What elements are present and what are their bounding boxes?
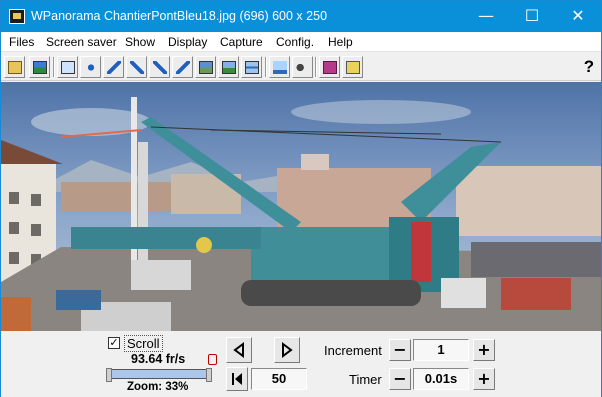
help-button[interactable]: ? [579, 57, 599, 77]
menu-help[interactable]: Help [328, 35, 353, 49]
go-to-start-button[interactable] [226, 367, 248, 391]
flat-view-button[interactable] [241, 56, 262, 78]
scroll-left-icon [106, 60, 121, 74]
help-book-icon [345, 60, 360, 74]
help-book-button[interactable] [342, 56, 363, 78]
picture-icon [32, 60, 47, 74]
toolbar: ? [1, 53, 601, 81]
skip-start-icon [232, 373, 242, 385]
landscape-icon [221, 60, 236, 74]
picture-button[interactable] [29, 56, 50, 78]
minimize-button[interactable]: — [463, 1, 509, 32]
timer-label: Timer [349, 372, 382, 387]
scroll-up-right-icon [129, 60, 144, 74]
sound-level-icon [272, 60, 287, 74]
position-value[interactable]: 50 [251, 368, 307, 390]
move-arrows-icon [83, 60, 98, 74]
landscape-button[interactable] [218, 56, 239, 78]
speaker-icon [295, 60, 310, 74]
panorama-image[interactable] [1, 82, 601, 331]
menu-bar: Files Screen saver Show Display Capture … [1, 32, 601, 52]
scroll-left-button[interactable] [103, 56, 124, 78]
panorama-scene [1, 82, 601, 331]
book-icon [322, 60, 337, 74]
book-button[interactable] [319, 56, 340, 78]
scroll-right-icon [175, 60, 190, 74]
toolbar-separator [315, 57, 317, 77]
scroll-up-right-button[interactable] [126, 56, 147, 78]
select-region-icon [60, 60, 75, 74]
menu-files[interactable]: Files [9, 35, 34, 49]
panorama-view-icon [198, 60, 213, 74]
right-triangle-icon [282, 342, 293, 358]
scroll-label[interactable]: Scroll [124, 335, 163, 352]
timer-minus-button[interactable]: − [389, 368, 411, 390]
toolbar-separator [53, 57, 55, 77]
increment-plus-button[interactable]: + [473, 339, 495, 361]
scroll-left-button[interactable] [226, 337, 252, 363]
flat-view-icon [244, 60, 259, 74]
timer-plus-button[interactable]: + [473, 368, 495, 390]
open-file-icon [7, 60, 22, 74]
scroll-down-left-icon [152, 60, 167, 74]
timer-value[interactable]: 0.01s [413, 368, 469, 390]
title-bar[interactable]: WPanorama ChantierPontBleu18.jpg (696) 6… [1, 1, 601, 32]
app-window: WPanorama ChantierPontBleu18.jpg (696) 6… [0, 0, 602, 397]
increment-label: Increment [324, 343, 382, 358]
select-region-button[interactable] [57, 56, 78, 78]
zoom-label: Zoom: 33% [127, 381, 189, 393]
speaker-button[interactable] [292, 56, 313, 78]
control-panel: ✓ Scroll 93.64 fr/s Zoom: 33% 50 Increme… [1, 331, 601, 397]
increment-minus-button[interactable]: − [389, 339, 411, 361]
scroll-down-left-button[interactable] [149, 56, 170, 78]
zoom-slider[interactable] [106, 368, 212, 382]
menu-show[interactable]: Show [125, 35, 155, 49]
move-button[interactable] [80, 56, 101, 78]
scroll-checkbox[interactable]: ✓ [108, 337, 120, 349]
window-title: WPanorama ChantierPontBleu18.jpg (696) 6… [31, 9, 328, 23]
app-icon[interactable] [9, 9, 25, 24]
fps-readout: 93.64 fr/s [131, 352, 186, 366]
open-file-button[interactable] [4, 56, 25, 78]
left-triangle-icon [233, 342, 244, 358]
sound-level-button[interactable] [269, 56, 290, 78]
maximize-button[interactable]: ☐ [509, 1, 555, 32]
menu-display[interactable]: Display [168, 35, 207, 49]
menu-screen-saver[interactable]: Screen saver [46, 35, 117, 49]
menu-config[interactable]: Config. [276, 35, 314, 49]
record-icon[interactable] [208, 354, 217, 365]
scroll-right-button[interactable] [172, 56, 193, 78]
increment-value[interactable]: 1 [413, 339, 469, 361]
menu-capture[interactable]: Capture [220, 35, 263, 49]
scroll-right-button[interactable] [274, 337, 300, 363]
panorama-view-button[interactable] [195, 56, 216, 78]
toolbar-separator [265, 57, 267, 77]
close-button[interactable]: ✕ [555, 1, 601, 32]
